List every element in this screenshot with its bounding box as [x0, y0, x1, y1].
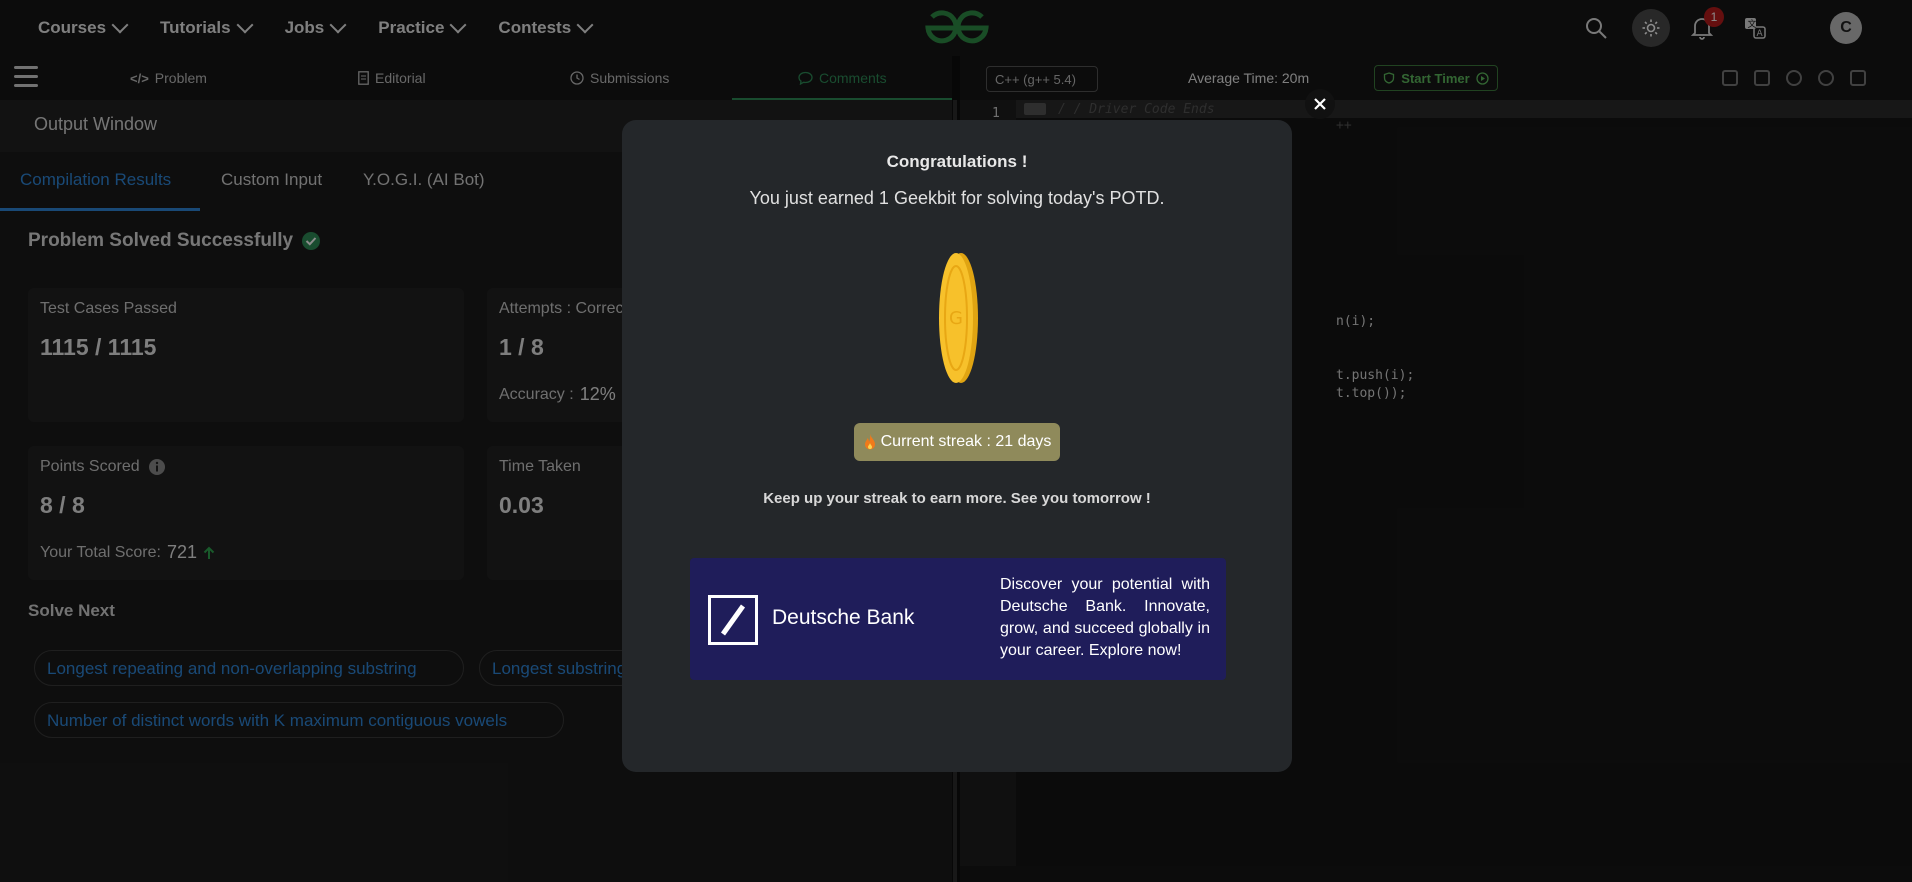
modal-message: You just earned 1 Geekbit for solving to… [749, 188, 1165, 208]
streak-badge: Current streak : 21 days [854, 423, 1060, 461]
close-modal-button[interactable] [1305, 89, 1335, 119]
svg-text:G: G [949, 308, 963, 329]
close-icon [1314, 98, 1326, 110]
ad-brand-name: Deutsche Bank [772, 606, 915, 629]
fire-icon [864, 434, 875, 450]
geekbit-coin-icon: G [939, 253, 978, 383]
deutsche-bank-logo [708, 595, 758, 645]
streak-text: Current streak : 21 days [880, 433, 1052, 450]
modal-title: Congratulations ! [886, 152, 1028, 171]
ad-banner[interactable]: Deutsche Bank Discover your potential wi… [690, 558, 1226, 680]
keep-up-text: Keep up your streak to earn more. See yo… [763, 490, 1151, 507]
potd-reward-modal: Congratulations ! You just earned 1 Geek… [622, 120, 1292, 772]
ad-text: Discover your potential with Deutsche Ba… [1000, 576, 1210, 659]
